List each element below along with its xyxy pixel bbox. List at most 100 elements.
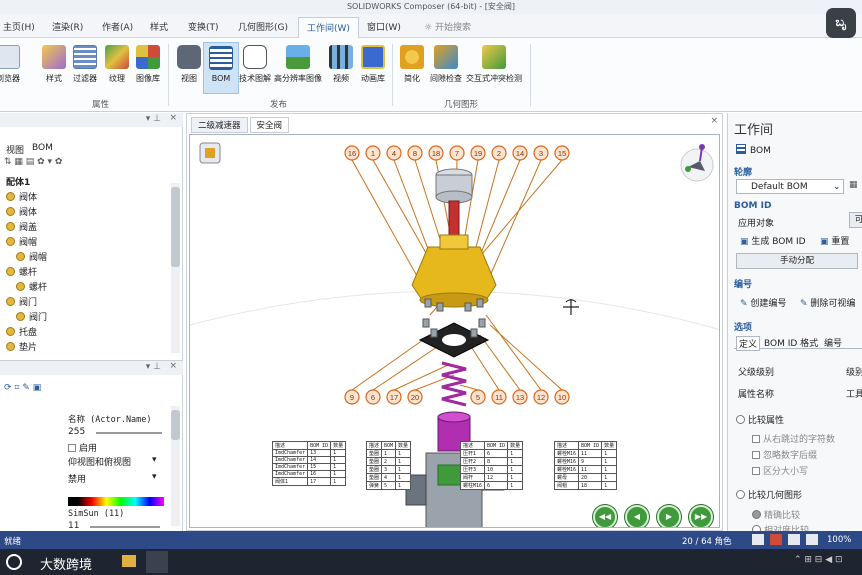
tab-bom-id-format[interactable]: BOM ID 格式: [764, 336, 818, 349]
animation-library-button[interactable]: 动画库: [355, 42, 391, 94]
parent-level-value[interactable]: 级别: [846, 365, 862, 378]
case-sensitive-checkbox[interactable]: 区分大小写: [752, 464, 808, 477]
tab-bom[interactable]: BOM: [32, 143, 53, 153]
close-icon[interactable]: ×: [169, 361, 177, 371]
tree-toolbar[interactable]: ⇅ ▦ ▤ ✿ ▾ ✿: [4, 157, 62, 167]
tree-item[interactable]: 阀盖: [6, 220, 37, 233]
bom-table[interactable]: 描述 BOM ID 数量 螺栓M16 11 1 螺栓M16 9 1 螺栓M16 11 1 螺母 20 1 阀帽…: [553, 441, 618, 490]
high-res-image-button[interactable]: 高分辨率图像: [274, 42, 322, 94]
tree-item[interactable]: 阀帽: [16, 250, 47, 263]
3d-viewport[interactable]: 16 1 4 8 18 7 19 2 14 3 15 9 6 17 20 5 11 13 12 10 描述 BOM ID…: [189, 134, 720, 528]
bom-balloon[interactable]: 4: [386, 145, 402, 161]
generate-bom-id-button[interactable]: ▣ 生成 BOM ID: [740, 234, 806, 247]
outline-select[interactable]: Default BOM ⌄: [736, 179, 844, 194]
tab-home[interactable]: 主页(H): [3, 20, 35, 33]
tab-geometry[interactable]: 几何图形(G): [238, 20, 288, 33]
attr-name-value[interactable]: 工具: [846, 387, 862, 400]
browser-button[interactable]: 浏览器: [0, 42, 26, 94]
tab-view[interactable]: 视图: [6, 143, 24, 156]
tree-item[interactable]: 垫片: [6, 340, 37, 353]
folder-icon[interactable]: [122, 555, 136, 567]
bom-balloon[interactable]: 19: [470, 145, 486, 161]
chevron-down-icon[interactable]: ▾: [152, 472, 157, 482]
reset-button[interactable]: ▣ 重置: [820, 234, 849, 247]
clearance-check-button[interactable]: 间隙检查: [428, 42, 464, 94]
bom-balloon[interactable]: 17: [386, 389, 402, 405]
manual-assign-button[interactable]: 手动分配: [736, 253, 858, 269]
user-badge[interactable]: ಬೃ: [826, 8, 856, 38]
scrollbar[interactable]: [171, 183, 180, 353]
bom-balloon[interactable]: 20: [407, 389, 423, 405]
tab-safety-valve[interactable]: 安全阀: [249, 117, 290, 133]
simplify-button[interactable]: 简化: [394, 42, 430, 94]
tree-item[interactable]: 阀帽: [6, 235, 37, 248]
bom-balloon[interactable]: 9: [344, 389, 360, 405]
nav-next-button[interactable]: ▶: [657, 505, 681, 527]
collision-detection-button[interactable]: 交互式冲突检测: [466, 42, 522, 94]
properties-toolbar[interactable]: ⟳ ⌗ ✎ ▣: [4, 383, 41, 393]
close-icon[interactable]: ×: [710, 116, 718, 126]
tab-transform[interactable]: 变换(T): [188, 20, 219, 33]
tree-item[interactable]: 托盘: [6, 325, 37, 338]
value-slider[interactable]: [96, 432, 162, 434]
bom-balloon[interactable]: 13: [512, 389, 528, 405]
bom-balloon[interactable]: 5: [470, 389, 486, 405]
tab-definition[interactable]: 定义: [736, 336, 761, 351]
scrollbar-thumb[interactable]: [171, 187, 180, 267]
view-select[interactable]: 仰视图和俯视图: [68, 455, 131, 468]
enabled-checkbox[interactable]: 启用: [68, 441, 97, 454]
bom-balloon[interactable]: 16: [344, 145, 360, 161]
nav-last-button[interactable]: ▶▶: [689, 505, 713, 527]
bom-balloon[interactable]: 14: [512, 145, 528, 161]
bom-table[interactable]: 描述 BOM ID 数量 ImdChamfer 13 1 ImdChamfer 14 1 ImdC…: [271, 441, 347, 486]
color-picker[interactable]: [68, 497, 164, 506]
close-icon[interactable]: ×: [169, 113, 177, 123]
composer-app-icon[interactable]: [146, 551, 168, 573]
tree-item[interactable]: 阀体: [6, 190, 37, 203]
compare-attr-radio[interactable]: 比较属性: [736, 413, 784, 426]
bom-balloon[interactable]: 12: [533, 389, 549, 405]
bom-balloon[interactable]: 2: [491, 145, 507, 161]
bom-table[interactable]: 描述 BOM ID 数量 压杆1 6 1 压杆2 8 1 压杆3 10 1 阀杆 12 1 螺柱M16 6 1: [459, 441, 524, 490]
bom-table[interactable]: 描述 BOM 数量 垫圈 1 1 垫圈 2 1 垫圈 3 1 垫圈 4 1 弹簧 5 1: [365, 441, 412, 490]
chevron-down-icon[interactable]: ▾: [152, 455, 157, 465]
image-library-button[interactable]: 图像库: [130, 42, 166, 94]
zoom-level[interactable]: 100%: [827, 535, 851, 545]
bom-button[interactable]: BOM: [203, 42, 239, 94]
view-mode-icon[interactable]: [788, 534, 800, 545]
bom-balloon[interactable]: 8: [407, 145, 423, 161]
bom-balloon[interactable]: 11: [491, 389, 507, 405]
create-numbering-button[interactable]: ✎ 创建编号: [740, 296, 786, 309]
font-label[interactable]: SimSun (11): [68, 509, 124, 519]
exact-compare-radio[interactable]: 精确比较: [752, 508, 800, 521]
disabled-select[interactable]: 禁用: [68, 472, 86, 485]
bom-balloon[interactable]: 3: [533, 145, 549, 161]
tab-numbering[interactable]: 编号: [824, 336, 842, 349]
bom-balloon[interactable]: 18: [428, 145, 444, 161]
pin-icon[interactable]: ▾ ⊥: [146, 114, 161, 124]
fit-view-icon[interactable]: [806, 534, 818, 545]
scrollbar[interactable]: [171, 406, 180, 526]
tree-item[interactable]: 阀门: [16, 310, 47, 323]
search-field[interactable]: ☼ 开始搜索: [424, 20, 471, 33]
compare-geometry-radio[interactable]: 比较几何图形: [736, 488, 802, 501]
skip-chars-checkbox[interactable]: 从右跳过的字符数: [752, 432, 835, 445]
tree-item[interactable]: 阀门: [6, 295, 37, 308]
pin-icon[interactable]: ▾ ⊥: [146, 362, 161, 372]
tab-window[interactable]: 窗口(W): [367, 20, 401, 33]
nav-first-button[interactable]: ◀◀: [593, 505, 617, 527]
scrollbar-thumb[interactable]: [171, 410, 180, 440]
nav-prev-button[interactable]: ◀: [625, 505, 649, 527]
tab-author[interactable]: 作者(A): [102, 20, 133, 33]
view-button[interactable]: 视图: [171, 42, 207, 94]
tree-item[interactable]: 螺杆: [16, 280, 47, 293]
delete-numbering-button[interactable]: ✎ 删除可视编: [800, 296, 855, 309]
video-button[interactable]: 视频: [323, 42, 359, 94]
apply-target-select[interactable]: 可: [849, 212, 862, 228]
tab-style[interactable]: 样式: [150, 20, 168, 33]
tree-root[interactable]: 配体1: [6, 175, 30, 188]
size-slider[interactable]: [90, 526, 160, 528]
tab-workshops[interactable]: 工作间(W): [298, 17, 359, 38]
bom-balloon[interactable]: 15: [554, 145, 570, 161]
tree-item[interactable]: 阀体: [6, 205, 37, 218]
